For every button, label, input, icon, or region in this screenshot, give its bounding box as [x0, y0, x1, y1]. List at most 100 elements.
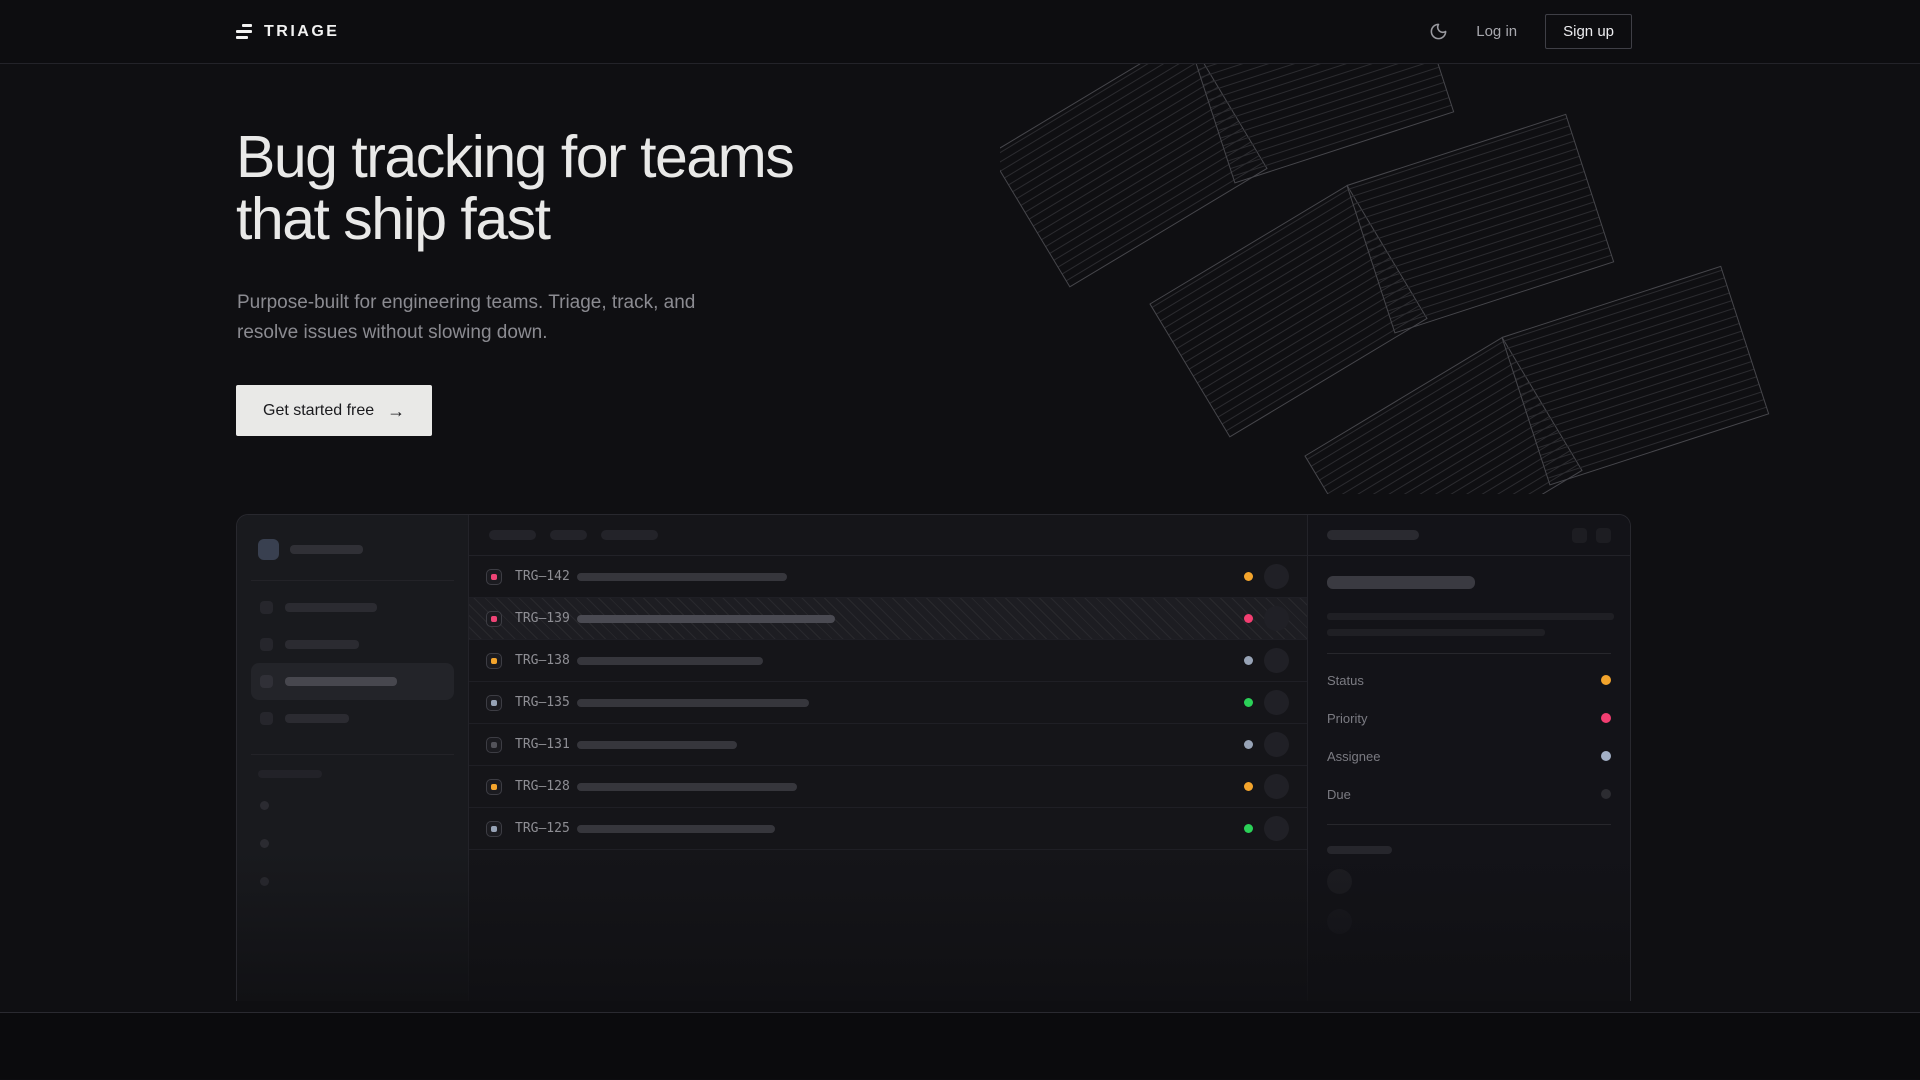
list-filter-pill-skeleton [550, 530, 587, 540]
detail-field-row: Assignee [1327, 737, 1611, 775]
issue-avatar-skeleton [1264, 606, 1289, 631]
issue-type-icon [486, 737, 502, 753]
issue-row: TRG–131 [469, 724, 1307, 766]
get-started-label: Get started free [263, 402, 374, 420]
detail-field-label: Assignee [1327, 749, 1380, 764]
site-footer [0, 1013, 1920, 1079]
sidebar-label-dots [251, 801, 454, 886]
arrow-right-icon: → [387, 402, 405, 420]
issue-title-skeleton [577, 657, 763, 665]
detail-field-row: Status [1327, 661, 1611, 699]
sidebar-nav-label-skeleton [285, 603, 377, 612]
issue-status-dot [1244, 782, 1253, 791]
issue-avatar-skeleton [1264, 564, 1289, 589]
detail-divider [1327, 653, 1611, 654]
issue-type-dot [491, 574, 497, 580]
sidebar-label-dot [260, 801, 269, 810]
issue-type-dot [491, 616, 497, 622]
sidebar-nav-icon-skeleton [260, 601, 273, 614]
issue-avatar-skeleton [1264, 774, 1289, 799]
issue-row: TRG–125 [469, 808, 1307, 850]
detail-header [1308, 515, 1630, 556]
issue-type-icon [486, 779, 502, 795]
issue-row: TRG–139 [469, 598, 1307, 640]
issue-avatar-skeleton [1264, 690, 1289, 715]
theme-toggle-button[interactable] [1429, 22, 1448, 41]
workspace-name-skeleton [290, 545, 363, 554]
sidebar-nav-label-skeleton [285, 714, 349, 723]
detail-label-skeleton [1327, 846, 1392, 854]
triage-logo-icon [236, 24, 253, 40]
issue-title-skeleton [577, 699, 809, 707]
issue-title-skeleton [577, 825, 775, 833]
issue-status-dot [1244, 698, 1253, 707]
issue-type-icon [486, 653, 502, 669]
app-mockup: TRG–142 TRG–139 TRG–138 TRG–135 [236, 514, 1631, 1001]
list-filter-pill-skeleton [489, 530, 536, 540]
issue-id: TRG–139 [515, 611, 573, 626]
detail-action-button-skeleton [1596, 528, 1611, 543]
comment-avatar-skeleton [1327, 909, 1352, 934]
issue-row: TRG–128 [469, 766, 1307, 808]
sidebar-nav-label-skeleton [285, 677, 397, 686]
header-nav: Log in Sign up [1429, 14, 1632, 49]
detail-description-skeleton [1327, 629, 1545, 636]
detail-field-value-dot [1601, 713, 1611, 723]
get-started-button[interactable]: Get started free → [236, 385, 432, 436]
detail-field-value-dot [1601, 789, 1611, 799]
mockup-list-header [469, 515, 1307, 556]
sidebar-section-skeleton [258, 770, 322, 778]
detail-field-value-dot [1601, 751, 1611, 761]
issue-title-skeleton [577, 615, 835, 623]
issue-status-dot [1244, 824, 1253, 833]
issue-status-dot [1244, 740, 1253, 749]
issue-row: TRG–142 [469, 556, 1307, 598]
issue-title-skeleton [577, 741, 737, 749]
issue-row: TRG–135 [469, 682, 1307, 724]
issue-type-icon [486, 569, 502, 585]
hero-subtitle: Purpose-built for engineering teams. Tri… [237, 288, 1920, 348]
sidebar-divider [251, 754, 454, 755]
issue-id: TRG–138 [515, 653, 573, 668]
detail-header-buttons [1572, 528, 1611, 543]
sidebar-nav-item-skeleton [251, 663, 454, 700]
list-filter-pill-skeleton [601, 530, 658, 540]
moon-icon [1429, 22, 1448, 41]
issue-type-dot [491, 658, 497, 664]
signup-button[interactable]: Sign up [1545, 14, 1632, 49]
workspace-avatar-skeleton [258, 539, 279, 560]
issue-avatar-skeleton [1264, 816, 1289, 841]
sidebar-nav-icon-skeleton [260, 638, 273, 651]
sidebar-label-dot [260, 877, 269, 886]
issue-id: TRG–131 [515, 737, 573, 752]
site-header: TRIAGE Log in Sign up [0, 0, 1920, 64]
brand[interactable]: TRIAGE [236, 23, 339, 41]
comment-avatar-skeleton [1327, 869, 1352, 894]
issue-id: TRG–135 [515, 695, 573, 710]
issue-id: TRG–128 [515, 779, 573, 794]
page-title-line2: that ship fast [236, 188, 1920, 250]
issue-status-dot [1244, 572, 1253, 581]
detail-field-label: Priority [1327, 711, 1367, 726]
issue-title-skeleton [577, 573, 787, 581]
issue-type-dot [491, 700, 497, 706]
issue-type-dot [491, 742, 497, 748]
page-title-line1: Bug tracking for teams [236, 126, 1920, 188]
issue-type-icon [486, 695, 502, 711]
sidebar-nav-icon-skeleton [260, 675, 273, 688]
issue-id: TRG–142 [515, 569, 573, 584]
detail-field-row: Due [1327, 775, 1611, 813]
detail-field-label: Due [1327, 787, 1351, 802]
detail-field-value-dot [1601, 675, 1611, 685]
issue-list-body: TRG–142 TRG–139 TRG–138 TRG–135 [469, 556, 1307, 850]
issue-title-skeleton [577, 783, 797, 791]
detail-divider [1327, 824, 1611, 825]
issue-status-dot [1244, 614, 1253, 623]
issue-avatar-skeleton [1264, 648, 1289, 673]
hero-subtitle-line2: resolve issues without slowing down. [237, 318, 1920, 348]
brand-name: TRIAGE [264, 23, 339, 41]
hero-section: Bug tracking for teams that ship fast Pu… [0, 64, 1920, 1013]
hero-subtitle-line1: Purpose-built for engineering teams. Tri… [237, 288, 1920, 318]
issue-status-dot [1244, 656, 1253, 665]
login-link[interactable]: Log in [1476, 23, 1517, 40]
